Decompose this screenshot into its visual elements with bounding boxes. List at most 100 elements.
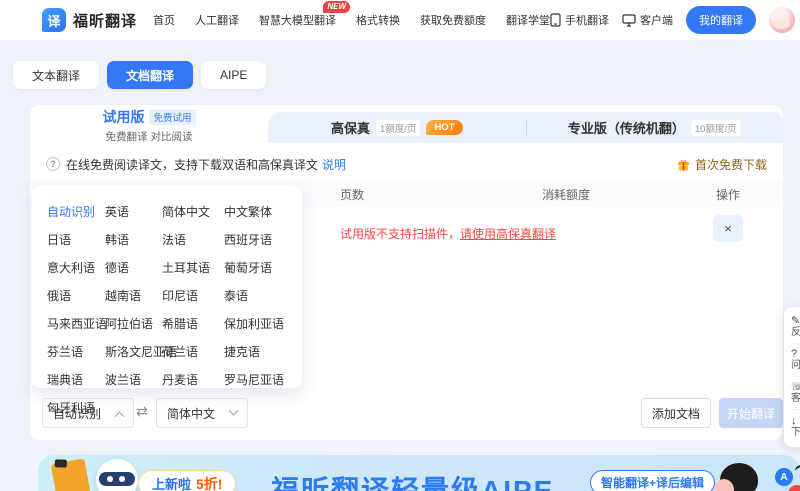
error-hifi-link[interactable]: 请使用高保真翻译 <box>460 227 556 241</box>
top-nav: 译 福昕翻译 首页 人工翻译 智慧大模型翻译 NEW <box>0 0 800 40</box>
language-option[interactable]: 希腊语 <box>162 315 224 332</box>
language-option[interactable]: 波兰语 <box>105 371 162 388</box>
trial-subtitle: 免费翻译 对比阅读 <box>106 129 193 144</box>
nav-item-label: 智慧大模型翻译 <box>259 15 336 27</box>
promo-banner[interactable]: 上新啦 5折! 福昕翻译轻量级AIPE 智能翻译+译后编辑 A <box>38 455 800 491</box>
chevron-up-icon <box>115 411 125 421</box>
language-option[interactable]: 马来西亚语 <box>47 315 105 332</box>
mode-tab-label: 文本翻译 <box>32 67 80 84</box>
plan-tabs-inactive: 高保真 1额度/页 HOT 专业版（传统机翻） 10额度/页 <box>268 112 783 143</box>
plan-tab-pro[interactable]: 专业版（传统机翻） 10额度/页 <box>526 112 784 143</box>
floating-tool[interactable]: ↓ 下载 <box>791 410 800 443</box>
pro-title: 专业版（传统机翻） <box>568 118 685 137</box>
info-explain-link[interactable]: 说明 <box>322 156 346 173</box>
first-free-label: 首次免费下载 <box>695 156 767 173</box>
nav-item-label: 翻译学堂 <box>506 15 550 27</box>
floating-tool-icon: ↓ <box>791 416 800 427</box>
mode-tab[interactable]: 文档翻译 <box>107 61 193 89</box>
language-option[interactable]: 中文繁体 <box>224 203 302 220</box>
table-header-cell: 操作 <box>716 186 740 203</box>
nav-right: 手机翻译 客户端 我的翻译 <box>550 6 795 34</box>
language-option[interactable]: 捷克语 <box>224 343 302 360</box>
language-option[interactable]: 简体中文 <box>162 203 224 220</box>
logo-icon: 译 <box>42 8 66 32</box>
language-option[interactable]: 法语 <box>162 231 224 248</box>
promo-discount: 5折! <box>196 474 222 491</box>
gift-icon <box>677 158 690 171</box>
page: 译 福昕翻译 首页 人工翻译 智慧大模型翻译 NEW <box>0 0 800 491</box>
language-option[interactable]: 德语 <box>105 259 162 276</box>
language-option[interactable]: 土耳其语 <box>162 259 224 276</box>
floating-tool-label: 下载 <box>791 428 800 438</box>
language-option[interactable]: 荷兰语 <box>162 343 224 360</box>
a-badge: A <box>775 468 793 486</box>
target-lang-select[interactable]: 简体中文 <box>156 398 248 428</box>
floating-tool-icon: ? <box>791 349 800 360</box>
floating-tool-label: 反馈 <box>791 328 800 338</box>
floating-tool-icon: ✎ <box>791 316 800 327</box>
promo-prefix: 上新啦 <box>152 474 191 491</box>
mode-tab-label: AIPE <box>220 68 247 82</box>
mode-tab[interactable]: AIPE <box>201 61 266 89</box>
language-option[interactable]: 印尼语 <box>162 287 224 304</box>
mode-tab[interactable]: 文本翻译 <box>13 61 99 89</box>
question-icon: ? <box>46 157 60 171</box>
floating-toolbar: ✎ 反馈 ? 问题 ☏ 客服 ↓ 下载 <box>784 307 800 447</box>
swap-langs-icon[interactable]: ⇄ <box>136 404 148 418</box>
language-option[interactable]: 瑞典语 <box>47 371 105 388</box>
plan-divider <box>526 120 527 135</box>
curved-arrow-decoration <box>794 463 800 475</box>
language-option[interactable]: 日语 <box>47 231 105 248</box>
nav-item[interactable]: 翻译学堂 <box>506 12 550 28</box>
hifi-price-pill: 1额度/页 <box>376 120 420 136</box>
floating-tool[interactable]: ? 问题 <box>791 344 800 377</box>
floating-tool-label: 客服 <box>791 394 800 404</box>
language-option[interactable]: 罗马尼亚语 <box>224 371 302 388</box>
mobile-translate-link[interactable]: 手机翻译 <box>550 12 609 28</box>
language-option[interactable]: 俄语 <box>47 287 105 304</box>
language-option[interactable]: 泰语 <box>224 287 302 304</box>
language-option[interactable]: 丹麦语 <box>162 371 224 388</box>
trial-title: 试用版 <box>102 107 144 127</box>
mobile-translate-label: 手机翻译 <box>565 12 609 28</box>
brand-logo[interactable]: 译 福昕翻译 <box>42 8 137 32</box>
nav-item[interactable]: 获取免费额度 <box>420 12 486 28</box>
plan-tab-hifi[interactable]: 高保真 1额度/页 HOT <box>268 112 526 143</box>
language-option[interactable]: 保加利亚语 <box>224 315 302 332</box>
language-option[interactable]: 越南语 <box>105 287 162 304</box>
nav-item[interactable]: 智慧大模型翻译 NEW <box>259 12 336 28</box>
language-option[interactable]: 斯洛文尼亚语 <box>105 343 162 360</box>
table-header-cell: 页数 <box>340 186 364 203</box>
language-option[interactable]: 芬兰语 <box>47 343 105 360</box>
language-option[interactable]: 意大利语 <box>47 259 105 276</box>
floating-tool[interactable]: ☏ 客服 <box>791 377 800 410</box>
language-option[interactable]: 匈牙利语 <box>47 399 105 416</box>
target-lang-value: 简体中文 <box>167 405 215 422</box>
nav-item[interactable]: 首页 <box>153 12 175 28</box>
client-link[interactable]: 客户端 <box>622 12 673 28</box>
language-option[interactable]: 韩语 <box>105 231 162 248</box>
robot-mascot <box>96 459 138 491</box>
nav-item[interactable]: 格式转换 <box>356 12 400 28</box>
language-option[interactable]: 葡萄牙语 <box>224 259 302 276</box>
first-free-download[interactable]: 首次免费下载 <box>677 156 767 173</box>
remove-file-button[interactable]: × <box>713 215 743 242</box>
banner-title: 福昕翻译轻量级AIPE <box>271 469 554 491</box>
close-icon: × <box>724 221 732 236</box>
language-option[interactable]: 西班牙语 <box>224 231 302 248</box>
language-dropdown: 自动识别 英语 简体中文 中文繁体 日语 韩语 法语 西班牙语 意大利语 德语 … <box>32 186 302 388</box>
user-avatar[interactable] <box>769 7 795 33</box>
new-badge: NEW <box>323 1 350 13</box>
nav-item[interactable]: 人工翻译 <box>195 12 239 28</box>
language-option[interactable]: 英语 <box>105 203 162 220</box>
error-text: 试用版不支持扫描件， <box>340 227 460 241</box>
my-translate-button[interactable]: 我的翻译 <box>686 6 756 34</box>
plan-tab-trial[interactable]: 试用版 免费试用 免费翻译 对比阅读 <box>30 105 268 145</box>
info-text: 在线免费阅读译文，支持下载双语和高保真译文 <box>66 156 318 173</box>
start-translate-button[interactable]: 开始翻译 <box>719 398 783 428</box>
add-document-button[interactable]: 添加文档 <box>641 398 711 428</box>
language-option[interactable]: 自动识别 <box>47 203 105 220</box>
brand-name: 福昕翻译 <box>73 10 137 31</box>
language-option[interactable]: 阿拉伯语 <box>105 315 162 332</box>
floating-tool[interactable]: ✎ 反馈 <box>791 311 800 344</box>
